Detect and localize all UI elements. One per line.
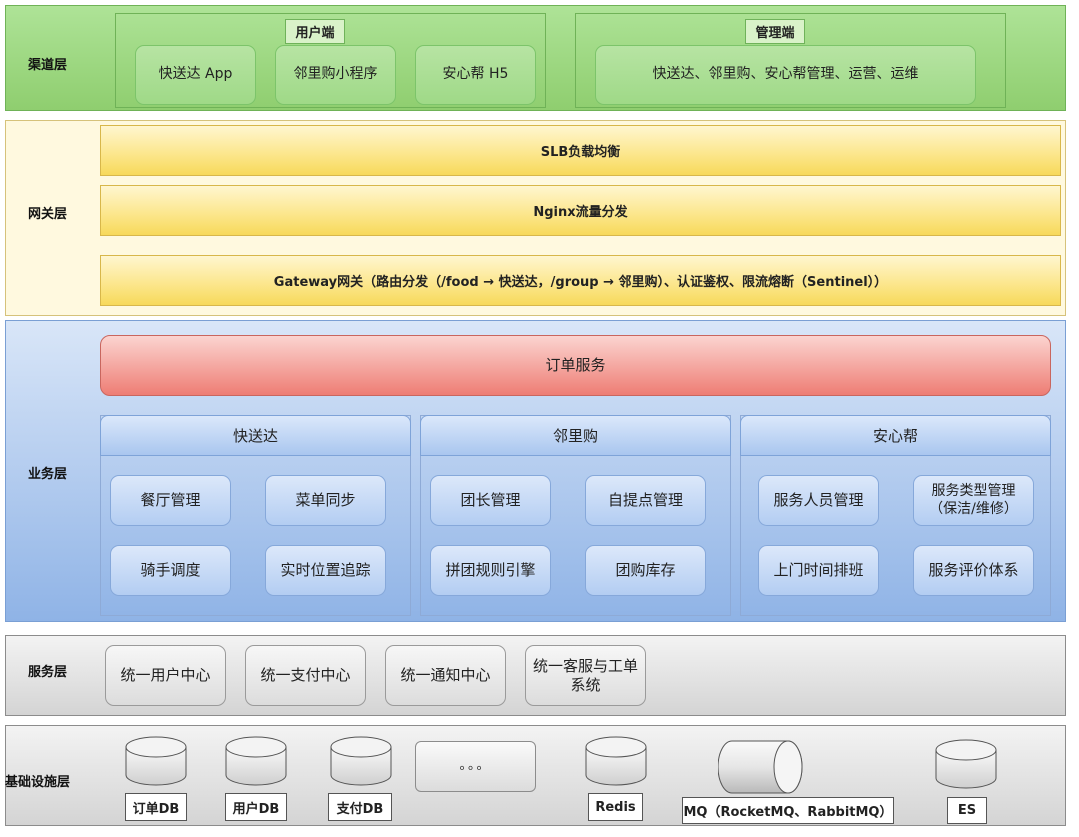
- domain-kuaisongda-title: 快送达: [100, 415, 411, 456]
- group-leader-management[interactable]: 团长管理: [430, 475, 551, 526]
- admin-side-tag: 管理端: [745, 19, 805, 44]
- nginx-traffic-dispatch[interactable]: Nginx流量分发: [100, 185, 1061, 236]
- admin-console[interactable]: 快送达、邻里购、安心帮管理、运营、运维: [595, 45, 976, 105]
- menu-sync[interactable]: 菜单同步: [265, 475, 386, 526]
- unified-payment-center[interactable]: 统一支付中心: [245, 645, 366, 706]
- user-db-icon: [225, 736, 287, 786]
- mq-label: MQ（RocketMQ、RabbitMQ）: [682, 797, 894, 824]
- order-db-icon: [125, 736, 187, 786]
- redis-label: Redis: [588, 793, 643, 821]
- app-linligou-miniprogram[interactable]: 邻里购小程序: [275, 45, 396, 105]
- app-anxinbang-h5[interactable]: 安心帮 H5: [415, 45, 536, 105]
- realtime-location-tracking[interactable]: 实时位置追踪: [265, 545, 386, 596]
- group-rule-engine[interactable]: 拼团规则引擎: [430, 545, 551, 596]
- business-layer-label: 业务层: [28, 467, 68, 482]
- unified-notification-center[interactable]: 统一通知中心: [385, 645, 506, 706]
- es-label: ES: [947, 797, 987, 824]
- restaurant-management[interactable]: 餐厅管理: [110, 475, 231, 526]
- app-kuaisongda[interactable]: 快送达 App: [135, 45, 256, 105]
- unified-user-center[interactable]: 统一用户中心: [105, 645, 226, 706]
- order-db-label: 订单DB: [125, 793, 187, 821]
- visit-scheduling[interactable]: 上门时间排班: [758, 545, 879, 596]
- es-icon: [935, 739, 997, 789]
- unified-support-ticket-system[interactable]: 统一客服与工单 系统: [525, 645, 646, 706]
- group-inventory[interactable]: 团购库存: [585, 545, 706, 596]
- redis-icon: [585, 736, 647, 786]
- infra-layer-label: 基础设施层: [5, 775, 71, 790]
- service-type-management[interactable]: 服务类型管理 （保洁/维修）: [913, 475, 1034, 526]
- gateway-layer-label: 网关层: [28, 207, 68, 222]
- user-side-tag: 用户端: [285, 19, 345, 44]
- domain-linligou-title: 邻里购: [420, 415, 731, 456]
- pickup-point-management[interactable]: 自提点管理: [585, 475, 706, 526]
- user-db-label: 用户DB: [225, 793, 287, 821]
- service-rating-system[interactable]: 服务评价体系: [913, 545, 1034, 596]
- pay-db-label: 支付DB: [328, 793, 392, 821]
- channel-layer-label: 渠道层: [28, 58, 68, 73]
- service-layer-label: 服务层: [28, 665, 68, 680]
- gateway-router[interactable]: Gateway网关（路由分发（/food → 快送达，/group → 邻里购）…: [100, 255, 1061, 306]
- pay-db-icon: [330, 736, 392, 786]
- rider-dispatch[interactable]: 骑手调度: [110, 545, 231, 596]
- mq-icon: [718, 740, 803, 794]
- order-service[interactable]: 订单服务: [100, 335, 1051, 396]
- staff-management[interactable]: 服务人员管理: [758, 475, 879, 526]
- domain-anxinbang-title: 安心帮: [740, 415, 1051, 456]
- slb-load-balancer[interactable]: SLB负载均衡: [100, 125, 1061, 176]
- more-ellipsis: 。。。: [415, 741, 536, 792]
